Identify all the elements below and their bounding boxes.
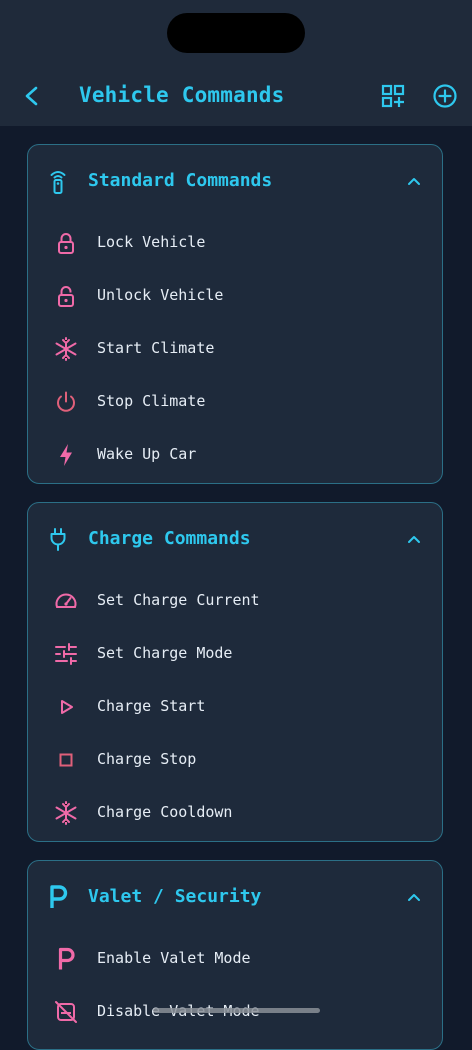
- plug-icon: [44, 525, 72, 553]
- page-title: Vehicle Commands: [79, 83, 285, 107]
- chevron-left-icon: [18, 82, 46, 110]
- status-bar: [0, 0, 472, 64]
- section-header[interactable]: Valet / Security: [28, 861, 442, 933]
- command-enable-valet-mode[interactable]: Enable Valet Mode: [28, 933, 442, 985]
- command-set-charge-mode[interactable]: Set Charge Mode: [28, 628, 442, 680]
- snowflake-icon: [52, 335, 80, 363]
- chevron-up-icon[interactable]: [404, 171, 424, 191]
- sliders-icon: [52, 640, 80, 668]
- command-label: Start Climate: [97, 339, 215, 357]
- command-label: Set Charge Current: [97, 591, 260, 609]
- gauge-icon: [52, 587, 80, 615]
- parking-icon: [44, 883, 72, 911]
- command-label: Stop Climate: [97, 392, 206, 410]
- section-standard-commands: Standard Commands Lock Vehicle Unlock Ve…: [27, 144, 443, 484]
- section-title: Valet / Security: [88, 886, 262, 907]
- home-indicator[interactable]: [153, 1008, 320, 1013]
- plus-circle-icon: [431, 82, 459, 110]
- stop-icon: [52, 746, 80, 774]
- no-car-icon: [52, 998, 80, 1026]
- grid-add-button[interactable]: [379, 82, 407, 110]
- command-set-charge-current[interactable]: Set Charge Current: [28, 575, 442, 627]
- command-label: Charge Start: [97, 697, 206, 715]
- section-title: Charge Commands: [88, 528, 251, 549]
- section-header[interactable]: Standard Commands: [28, 145, 442, 217]
- command-label: Unlock Vehicle: [97, 286, 224, 304]
- section-charge-commands: Charge Commands Set Charge Current Set C…: [27, 502, 443, 842]
- lock-icon: [52, 229, 80, 257]
- command-charge-cooldown[interactable]: Charge Cooldown: [28, 787, 442, 839]
- command-label: Wake Up Car: [97, 445, 197, 463]
- snowflake-icon: [52, 799, 80, 827]
- remote-icon: [44, 167, 72, 195]
- parking-icon: [52, 945, 80, 973]
- command-charge-stop[interactable]: Charge Stop: [28, 734, 442, 786]
- command-stop-climate[interactable]: Stop Climate: [28, 376, 442, 428]
- command-label: Lock Vehicle: [97, 233, 206, 251]
- app-header: Vehicle Commands: [0, 64, 472, 126]
- section-valet-security: Valet / Security Enable Valet Mode Disab…: [27, 860, 443, 1050]
- unlock-icon: [52, 282, 80, 310]
- power-icon: [52, 388, 80, 416]
- command-label: Charge Stop: [97, 750, 197, 768]
- bolt-icon: [52, 441, 80, 469]
- add-button[interactable]: [431, 82, 459, 110]
- command-label: Enable Valet Mode: [97, 949, 251, 967]
- command-wake-up-car[interactable]: Wake Up Car: [28, 429, 442, 481]
- back-button[interactable]: [18, 82, 46, 110]
- section-header[interactable]: Charge Commands: [28, 503, 442, 575]
- dynamic-island: [167, 13, 305, 53]
- command-charge-start[interactable]: Charge Start: [28, 681, 442, 733]
- section-title: Standard Commands: [88, 170, 273, 191]
- command-unlock-vehicle[interactable]: Unlock Vehicle: [28, 270, 442, 322]
- grid-add-icon: [380, 83, 406, 109]
- command-lock-vehicle[interactable]: Lock Vehicle: [28, 217, 442, 269]
- play-icon: [52, 693, 80, 721]
- chevron-up-icon[interactable]: [404, 529, 424, 549]
- command-start-climate[interactable]: Start Climate: [28, 323, 442, 375]
- chevron-up-icon[interactable]: [404, 887, 424, 907]
- command-label: Charge Cooldown: [97, 803, 233, 821]
- command-label: Set Charge Mode: [97, 644, 233, 662]
